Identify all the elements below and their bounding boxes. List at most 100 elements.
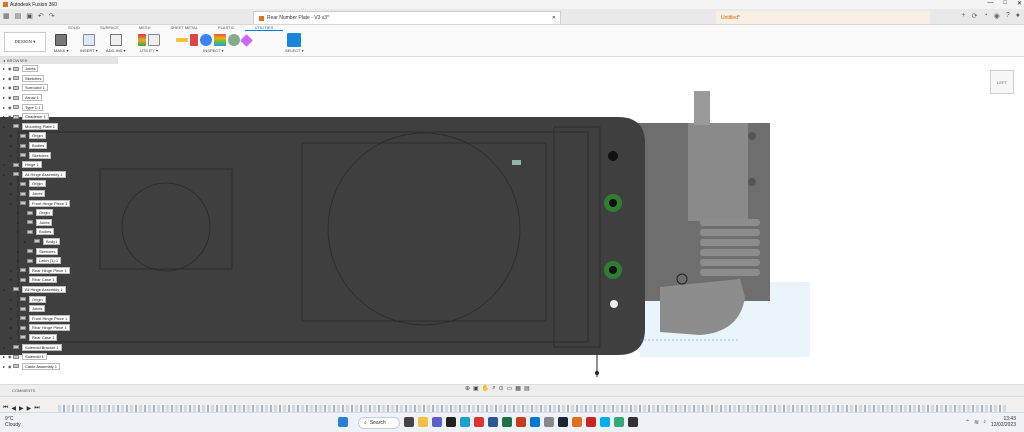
- app-red-icon[interactable]: [474, 417, 484, 427]
- vscode-icon[interactable]: [530, 417, 540, 427]
- browser-item[interactable]: ▸ ◉ Solenoid Bracket 1: [0, 342, 118, 352]
- powerpoint-icon[interactable]: [516, 417, 526, 427]
- edge-icon[interactable]: [460, 417, 470, 427]
- pan-icon[interactable]: ✋: [482, 385, 489, 392]
- step-forward-icon[interactable]: ▶: [27, 405, 32, 412]
- skype-icon[interactable]: [600, 417, 610, 427]
- task-view-icon[interactable]: [404, 417, 414, 427]
- browser-item[interactable]: ▸ ◉ Joints: [0, 64, 118, 74]
- addins-group[interactable]: ADD-INS ▾: [106, 32, 126, 56]
- app-grid-icon[interactable]: ▦: [3, 12, 10, 20]
- weather-widget[interactable]: 9°C Cloudy: [5, 416, 21, 428]
- browser-item[interactable]: ▸ ◉ Rear Hinge Piece 1: [0, 323, 118, 333]
- browser-item[interactable]: ▸ ◉ Front Hinge Piece 1: [0, 198, 118, 208]
- help-icon[interactable]: ?: [1006, 12, 1010, 20]
- browser-item[interactable]: ▸ ◉ Joints: [0, 189, 118, 199]
- tab-solid[interactable]: SOLID: [58, 25, 90, 31]
- grid-settings-icon[interactable]: ▦: [515, 385, 521, 392]
- browser-item[interactable]: ▸ ◉ Origin: [0, 208, 118, 218]
- document-tab[interactable]: Rear Number Plate - V3 v3* ✕: [253, 11, 561, 24]
- untitled-tab[interactable]: Untitled*: [716, 11, 930, 24]
- terminal-icon[interactable]: [446, 417, 456, 427]
- orbit-icon[interactable]: ⊕: [465, 385, 470, 392]
- fit-icon[interactable]: ⊙: [499, 385, 504, 392]
- app-dark-icon[interactable]: [628, 417, 638, 427]
- browser-item[interactable]: ▸ ◉ Cable Assembly 1: [0, 361, 118, 371]
- tab-mesh[interactable]: MESH: [129, 25, 161, 31]
- fusion-taskbar-icon[interactable]: [572, 417, 582, 427]
- browser-item[interactable]: ▸ ◉ Solenoid 1: [0, 352, 118, 362]
- viewports-icon[interactable]: ▤: [524, 385, 530, 392]
- workspace-dropdown[interactable]: DESIGN ▾: [4, 32, 46, 52]
- browser-item[interactable]: ▸ ◉ Bodies: [0, 227, 118, 237]
- browser-item[interactable]: ▸ ◉ Origin: [0, 179, 118, 189]
- steam-icon[interactable]: [558, 417, 568, 427]
- file-icon[interactable]: ▤: [15, 12, 22, 20]
- close-tab-icon[interactable]: ✕: [552, 15, 556, 21]
- app-gray-icon[interactable]: [544, 417, 554, 427]
- clock[interactable]: 13:43 12/02/2023: [991, 416, 1016, 428]
- browser-item[interactable]: ▸ ◉ Joints: [0, 304, 118, 314]
- browser-item[interactable]: ▸ ◉ Sketches: [0, 74, 118, 84]
- make-group[interactable]: MAKE ▾: [54, 32, 68, 56]
- browser-item[interactable]: ▸ ◉ Arrow 1: [0, 93, 118, 103]
- maximize-button[interactable]: □: [1003, 0, 1007, 7]
- wifi-icon[interactable]: ≋: [974, 419, 979, 426]
- go-start-icon[interactable]: ⏮: [3, 405, 8, 412]
- redo-icon[interactable]: ↷: [49, 12, 55, 20]
- browser-item[interactable]: ▸ ◉ Sketches: [0, 246, 118, 256]
- browser-item[interactable]: ▸ ◉ Front Hinge Piece 1: [0, 313, 118, 323]
- tab-plastic[interactable]: PLASTIC: [208, 25, 245, 31]
- go-end-icon[interactable]: ⏭: [34, 405, 39, 412]
- tab-sheet-metal[interactable]: SHEET METAL: [160, 25, 207, 31]
- browser-item[interactable]: ▸ ◉ Rear Hinge Piece 1: [0, 265, 118, 275]
- refresh-icon[interactable]: ⟳: [972, 12, 978, 20]
- browser-item[interactable]: ▸ ◉ Rear Case 1: [0, 333, 118, 343]
- zoom-icon[interactable]: ⌕: [492, 385, 495, 392]
- word-icon[interactable]: [488, 417, 498, 427]
- browser-item[interactable]: ▸ ◉ Type 1:1: [0, 102, 118, 112]
- add-tab-icon[interactable]: +: [962, 12, 966, 20]
- inspect-group[interactable]: INSPECT ▾: [176, 32, 253, 56]
- view-cube[interactable]: LEFT: [990, 70, 1014, 94]
- timeline-features[interactable]: [58, 405, 1006, 412]
- browser-item[interactable]: ▸ ◉ All Hinge Assembly 1: [0, 285, 118, 295]
- browser-item[interactable]: ▸ ◉ Origin: [0, 294, 118, 304]
- app-red2-icon[interactable]: [586, 417, 596, 427]
- excel-icon[interactable]: [502, 417, 512, 427]
- browser-item[interactable]: ▸ ◉ Origin: [0, 131, 118, 141]
- jobs-icon[interactable]: ◉: [994, 12, 1000, 20]
- browser-item[interactable]: ▸ ◉ All Hinge Assembly 1: [0, 170, 118, 180]
- browser-item[interactable]: ▸ ◉ Body1: [0, 237, 118, 247]
- browser-item[interactable]: ▸ ◉ Joints: [0, 218, 118, 228]
- save-icon[interactable]: ▣: [26, 12, 33, 20]
- display-settings-icon[interactable]: ▭: [507, 385, 513, 392]
- start-icon[interactable]: [338, 417, 348, 427]
- browser-item[interactable]: ▸ ◉ Bodies: [0, 141, 118, 151]
- chat-icon[interactable]: [432, 417, 442, 427]
- browser-item[interactable]: ▸ ◉ Rear Case 1: [0, 275, 118, 285]
- close-button[interactable]: ✕: [1017, 0, 1022, 7]
- notifications-icon[interactable]: ◔: [984, 12, 988, 20]
- play-icon[interactable]: ▶: [19, 405, 24, 412]
- canvas-viewport[interactable]: [0, 57, 1024, 384]
- tab-surface[interactable]: SURFACE: [90, 25, 129, 31]
- file-explorer-icon[interactable]: [418, 417, 428, 427]
- insert-group[interactable]: INSERT ▾: [80, 32, 98, 56]
- browser-item[interactable]: ▸ ◉ Sketches: [0, 150, 118, 160]
- search-box[interactable]: ⌕ Search: [358, 417, 400, 429]
- undo-icon[interactable]: ↶: [38, 12, 44, 20]
- browser-item[interactable]: ▸ ◉ Mounting Plate 1: [0, 122, 118, 132]
- avatar[interactable]: ●: [1016, 12, 1020, 20]
- browser-header[interactable]: ◂ BROWSER: [0, 57, 118, 64]
- volume-icon[interactable]: ♪: [983, 419, 986, 426]
- look-at-icon[interactable]: ▣: [473, 385, 479, 392]
- browser-item[interactable]: ▸ ◉ Hinge 1: [0, 160, 118, 170]
- tab-utilities[interactable]: UTILITIES: [244, 25, 284, 31]
- collapse-icon[interactable]: ◂: [3, 58, 5, 63]
- select-group[interactable]: SELECT ▾: [285, 32, 304, 56]
- minimize-button[interactable]: —: [987, 0, 993, 7]
- tray-chevron-icon[interactable]: ⌃: [965, 419, 970, 426]
- browser-item[interactable]: ▸ ◉ Surround 1: [0, 83, 118, 93]
- browser-item[interactable]: ▸ ◉ Latch (1):1: [0, 256, 118, 266]
